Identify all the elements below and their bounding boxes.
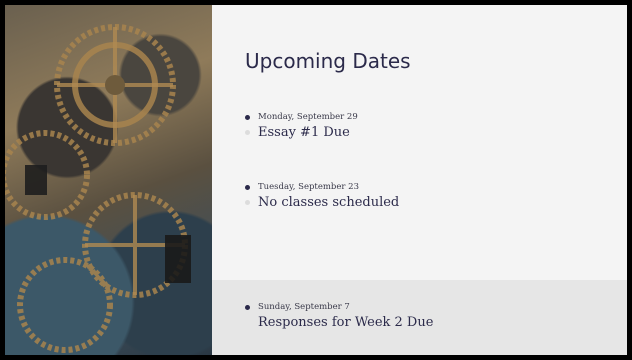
gears-illustration bbox=[5, 24, 191, 353]
list-item: Tuesday, September 23 No classes schedul… bbox=[245, 182, 605, 210]
slide: Upcoming Dates Monday, September 29 Essa… bbox=[5, 5, 627, 355]
bullet-dot-icon bbox=[245, 184, 250, 190]
item-date: Monday, September 29 bbox=[258, 112, 358, 122]
brass-gears-photo bbox=[5, 5, 212, 355]
bullet-dot-icon bbox=[245, 200, 250, 205]
list-item: Sunday, September 7 Responses for Week 2… bbox=[245, 302, 605, 330]
item-date: Tuesday, September 23 bbox=[258, 182, 359, 192]
page-title: Upcoming Dates bbox=[245, 49, 411, 73]
bullet-dot-icon bbox=[245, 130, 250, 135]
item-event: Responses for Week 2 Due bbox=[258, 315, 434, 330]
bullet-dot-icon bbox=[245, 304, 250, 310]
list-item: Monday, September 29 Essay #1 Due bbox=[245, 112, 605, 140]
bullet-dot-icon bbox=[245, 114, 250, 120]
item-event: No classes scheduled bbox=[258, 195, 400, 210]
item-date: Sunday, September 7 bbox=[258, 302, 350, 312]
content-area: Upcoming Dates Monday, September 29 Essa… bbox=[212, 5, 627, 355]
item-event: Essay #1 Due bbox=[258, 125, 350, 140]
